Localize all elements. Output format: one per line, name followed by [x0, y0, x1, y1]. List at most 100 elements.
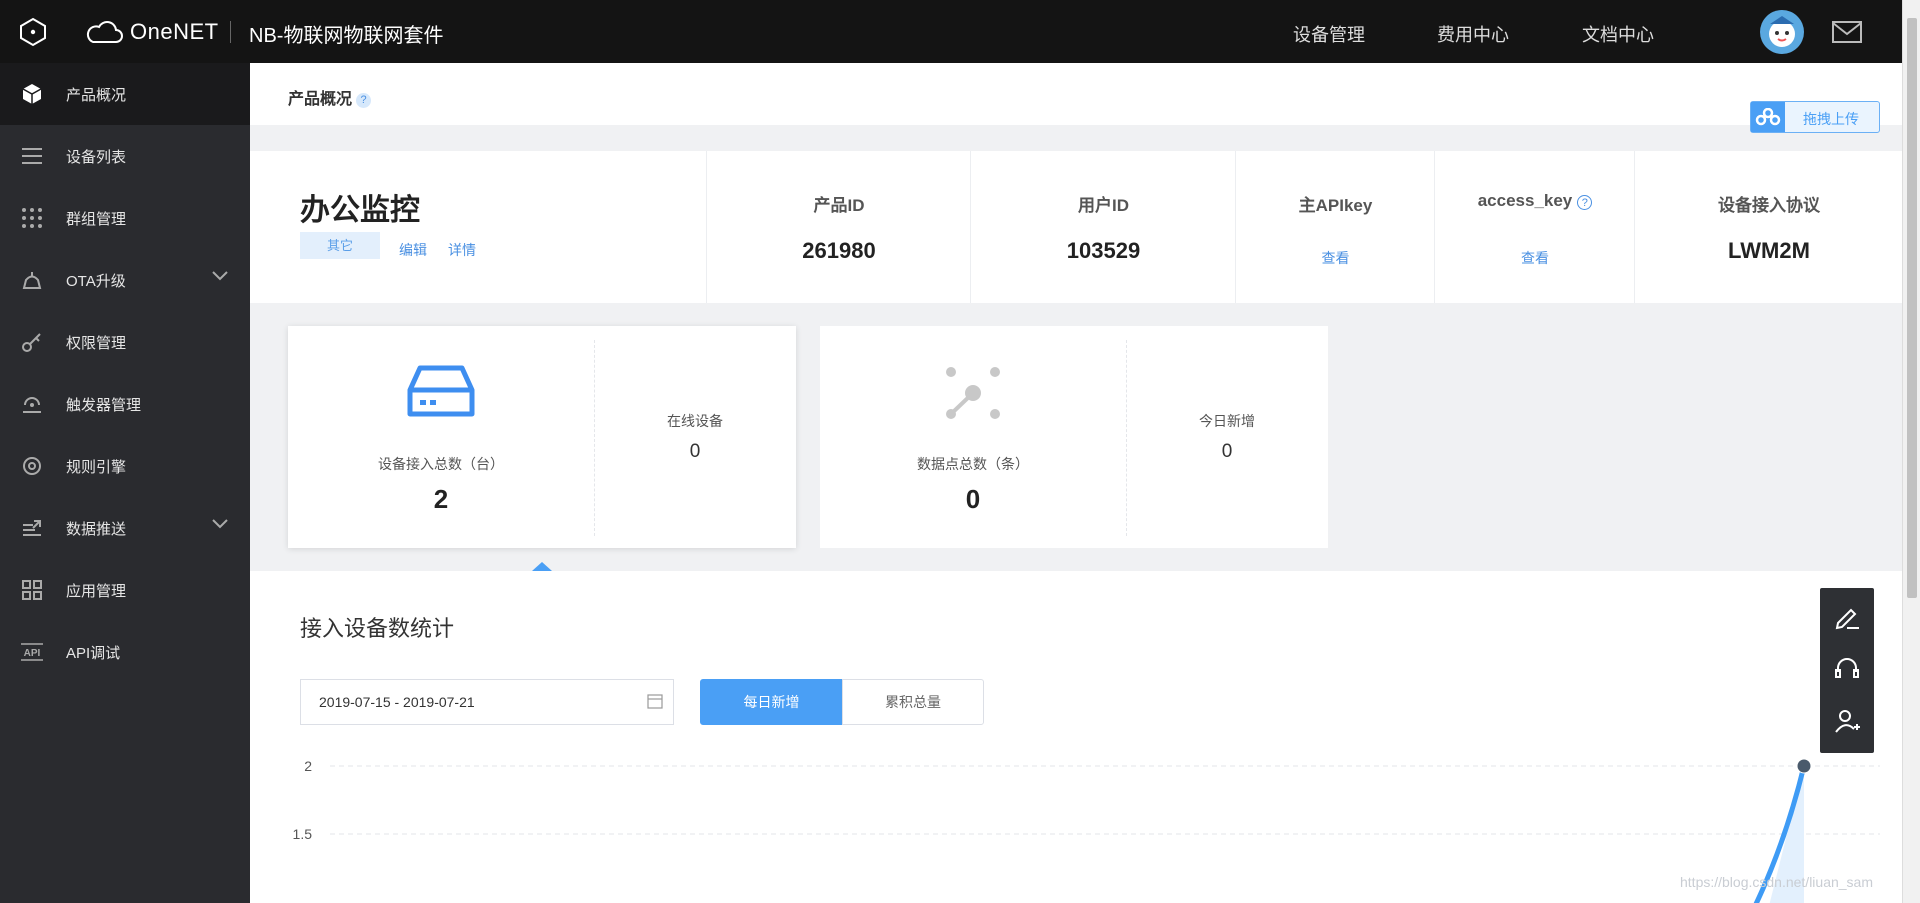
device-count-line-chart: 21.5 [293, 758, 1880, 903]
apps-icon [20, 578, 44, 602]
trigger-icon [20, 392, 44, 416]
customer-service-icon[interactable] [1832, 654, 1862, 684]
sidebar-item-api-debug[interactable]: API API调试 [0, 621, 250, 683]
today-new-value: 0 [1221, 441, 1233, 462]
device-box-icon [407, 365, 475, 417]
baidu-cloud-icon [1751, 102, 1785, 132]
user-id-value: 103529 [1066, 238, 1141, 263]
app-title: NB-物联网物联网套件 [249, 25, 444, 47]
header-divider [230, 21, 231, 43]
top-navigation-bar: OneNET NB-物联网物联网套件 设备管理 费用中心 文档中心 [0, 0, 1902, 63]
date-range-value: 2019-07-15 - 2019-07-21 [319, 694, 475, 710]
main-content: 产品概况? 办公监控 其它 编辑 详情 产品ID 261980 用户ID 103… [250, 63, 1902, 903]
online-devices-value: 0 [689, 441, 701, 462]
push-icon [20, 516, 44, 540]
today-new-label: 今日新增 [1199, 413, 1255, 429]
svg-text:API: API [24, 648, 41, 659]
sidebar-item-label: 产品概况 [66, 86, 127, 104]
sidebar-item-label: 数据推送 [66, 520, 127, 538]
sidebar-item-ota-upgrade[interactable]: OTA升级 [0, 249, 250, 311]
help-icon[interactable]: ? [1577, 195, 1593, 210]
view-access-key-link[interactable]: 查看 [1435, 248, 1635, 268]
hexagon-logo-icon[interactable] [18, 17, 48, 47]
sidebar-item-trigger-management[interactable]: 触发器管理 [0, 373, 250, 435]
key-icon [20, 330, 44, 354]
protocol-field: 设备接入协议 LWM2M [1634, 151, 1902, 303]
data-point[interactable] [1796, 758, 1812, 774]
nav-docs-center[interactable]: 文档中心 [1582, 21, 1654, 47]
sidebar-item-group-management[interactable]: 群组管理 [0, 187, 250, 249]
nav-billing-center[interactable]: 费用中心 [1437, 21, 1509, 47]
sidebar-item-label: 规则引擎 [66, 458, 127, 476]
datapoint-total-label: 数据点总数（条） [917, 456, 1029, 472]
help-icon[interactable]: ? [356, 93, 372, 108]
date-range-picker[interactable]: 2019-07-15 - 2019-07-21 [300, 679, 674, 725]
chevron-down-icon[interactable] [212, 519, 228, 529]
online-devices-label: 在线设备 [667, 413, 723, 429]
user-id-label: 用户ID [1078, 196, 1129, 215]
protocol-label: 设备接入协议 [1718, 196, 1820, 215]
upload-button-label: 拖拽上传 [1803, 111, 1859, 127]
sidebar-item-data-push[interactable]: 数据推送 [0, 497, 250, 559]
user-avatar[interactable] [1760, 10, 1804, 54]
floating-toolbox [1820, 588, 1874, 753]
product-name: 办公监控 [300, 194, 420, 227]
nav-device-management[interactable]: 设备管理 [1293, 21, 1365, 47]
sidebar: 产品概况 设备列表 群组管理 OTA升级 权限管理 触发器管理 规则引擎 数据推… [0, 63, 250, 903]
device-stats-section: 接入设备数统计 2019-07-15 - 2019-07-21 每日新增 累积总… [250, 571, 1902, 903]
protocol-value: LWM2M [1728, 238, 1810, 263]
ota-icon [20, 268, 44, 292]
sidebar-item-app-management[interactable]: 应用管理 [0, 559, 250, 621]
vertical-scrollbar[interactable] [1902, 0, 1920, 903]
y-tick-label: 2 [304, 758, 312, 774]
scrollbar-thumb[interactable] [1907, 18, 1917, 598]
calendar-icon[interactable] [647, 693, 663, 709]
cube-icon [20, 82, 44, 106]
product-category-tag: 其它 [300, 232, 380, 259]
toggle-daily-new[interactable]: 每日新增 [700, 679, 843, 725]
master-apikey-field: 主APIkey 查看 [1235, 151, 1435, 303]
sidebar-item-label: OTA升级 [66, 272, 126, 290]
sidebar-item-product-overview[interactable]: 产品概况 [0, 63, 250, 125]
y-tick-label: 1.5 [293, 826, 313, 842]
master-apikey-label: 主APIkey [1298, 196, 1373, 215]
sidebar-item-label: 群组管理 [66, 210, 127, 228]
drag-upload-button[interactable]: 拖拽上传 [1750, 101, 1880, 133]
watermark-text: https://blog.csdn.net/liuan_sam [1680, 874, 1874, 890]
mail-icon[interactable] [1832, 21, 1862, 43]
sidebar-item-label: 权限管理 [66, 334, 127, 352]
sidebar-item-label: API调试 [66, 644, 121, 662]
sidebar-item-device-list[interactable]: 设备列表 [0, 125, 250, 187]
datapoint-total-value: 0 [965, 484, 981, 514]
sidebar-item-permission-management[interactable]: 权限管理 [0, 311, 250, 373]
card-divider [594, 340, 595, 536]
sidebar-item-label: 应用管理 [66, 582, 127, 600]
user-id-field: 用户ID 103529 [970, 151, 1236, 303]
access-key-label: access_key? [1435, 191, 1635, 211]
toggle-cumulative-total[interactable]: 累积总量 [842, 679, 984, 725]
device-total-value: 2 [433, 484, 449, 514]
sidebar-item-label: 设备列表 [66, 148, 127, 166]
datapoint-icon [946, 367, 1000, 419]
device-count-card[interactable]: 设备接入总数（台） 2 在线设备 0 [288, 326, 796, 548]
selected-card-pointer [532, 562, 552, 571]
edit-link[interactable]: 编辑 [399, 240, 427, 260]
onenet-logo[interactable]: OneNET [84, 18, 219, 46]
card-divider [1126, 340, 1127, 536]
access-key-field: access_key? 查看 [1434, 151, 1635, 303]
add-user-icon[interactable] [1832, 706, 1862, 736]
datapoint-count-card[interactable]: 数据点总数（条） 0 今日新增 0 [820, 326, 1328, 548]
edit-feedback-icon[interactable] [1832, 602, 1862, 632]
product-id-label: 产品ID [813, 196, 865, 215]
view-apikey-link[interactable]: 查看 [1236, 248, 1435, 268]
sidebar-item-rule-engine[interactable]: 规则引擎 [0, 435, 250, 497]
detail-link[interactable]: 详情 [448, 240, 476, 260]
stats-title: 接入设备数统计 [300, 616, 455, 641]
product-info-panel: 办公监控 其它 编辑 详情 产品ID 261980 用户ID 103529 主A… [250, 151, 1902, 303]
chevron-down-icon[interactable] [212, 271, 228, 281]
cloud-logo-icon [86, 21, 123, 43]
breadcrumb: 产品概况? [250, 63, 1902, 125]
sidebar-item-label: 触发器管理 [66, 396, 142, 414]
page-title-text: 产品概况 [288, 91, 353, 108]
grid-dots-icon [20, 206, 44, 230]
